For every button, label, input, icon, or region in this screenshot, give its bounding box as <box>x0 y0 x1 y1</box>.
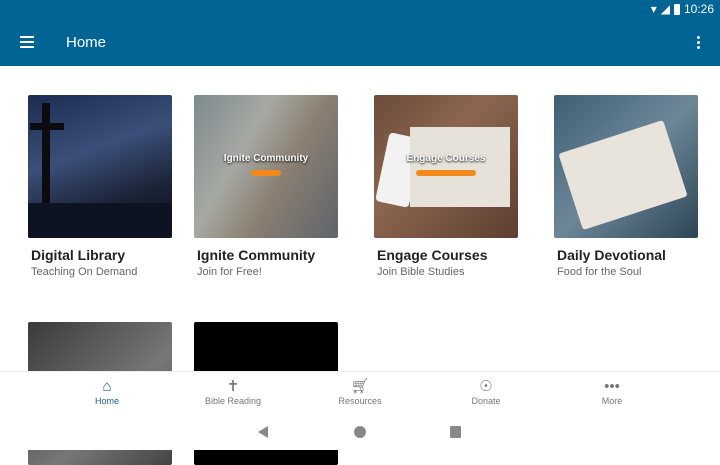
card-subtitle: Join Bible Studies <box>377 266 465 278</box>
tab-resources[interactable]: 🛒︎ Resources <box>315 378 405 406</box>
more-icon: ••• <box>604 378 620 395</box>
tab-label: Home <box>94 396 119 406</box>
tab-bible-reading[interactable]: ✝ Bible Reading <box>188 378 278 406</box>
status-bar: ▾ ◢ 10:26 <box>651 2 714 16</box>
recents-icon[interactable] <box>450 426 461 438</box>
card-image <box>28 95 172 238</box>
tab-home[interactable]: ⌂ Home <box>62 378 152 406</box>
card-daily-devotional[interactable]: Daily Devotional Food for the Soul <box>554 95 698 278</box>
card-overlay-text: Engage Courses <box>406 153 486 164</box>
tab-label: Donate <box>471 396 501 406</box>
home-icon: ⌂ <box>102 378 112 395</box>
card-digital-library[interactable]: Digital Library Teaching On Demand <box>28 95 172 278</box>
home-circle-icon[interactable] <box>354 426 366 438</box>
system-navigation-bar <box>0 415 720 450</box>
card-image <box>554 95 698 238</box>
tab-label: Bible Reading <box>204 396 262 406</box>
card-subtitle: Teaching On Demand <box>31 266 138 278</box>
signal-icon: ◢ <box>660 2 670 16</box>
tab-label: More <box>601 396 623 406</box>
clock: 10:26 <box>683 2 714 16</box>
more-options-icon[interactable] <box>697 36 700 49</box>
donate-icon: ☉ <box>479 378 493 395</box>
card-engage-courses[interactable]: Engage Courses Engage Courses Join Bible… <box>374 95 518 278</box>
join-button <box>251 170 281 176</box>
bottom-navigation: ⌂ Home ✝ Bible Reading 🛒︎ Resources ☉ Do… <box>0 371 720 415</box>
join-button <box>416 170 476 176</box>
card-title: Engage Courses <box>377 247 488 263</box>
back-icon[interactable] <box>258 426 268 438</box>
tab-label: Resources <box>338 396 382 406</box>
card-subtitle: Join for Free! <box>197 266 262 278</box>
page-title: Home <box>66 34 107 51</box>
card-subtitle: Food for the Soul <box>557 266 642 278</box>
card-title: Digital Library <box>31 247 126 263</box>
card-image: Ignite Community <box>194 95 338 238</box>
app-bar: ▾ ◢ 10:26 Home <box>0 0 720 66</box>
card-ignite-community[interactable]: Ignite Community Ignite Community Join f… <box>194 95 338 278</box>
menu-icon[interactable] <box>20 36 34 48</box>
battery-icon <box>673 3 680 15</box>
wifi-icon: ▾ <box>650 2 657 16</box>
card-overlay-text: Ignite Community <box>223 153 309 164</box>
tab-donate[interactable]: ☉ Donate <box>441 378 531 406</box>
tab-more[interactable]: ••• More <box>567 378 657 406</box>
bible-icon: ✝ <box>226 378 240 395</box>
card-image: Engage Courses <box>374 95 518 238</box>
card-title: Ignite Community <box>197 247 316 263</box>
card-title: Daily Devotional <box>557 247 666 263</box>
cart-icon: 🛒︎ <box>350 378 370 395</box>
